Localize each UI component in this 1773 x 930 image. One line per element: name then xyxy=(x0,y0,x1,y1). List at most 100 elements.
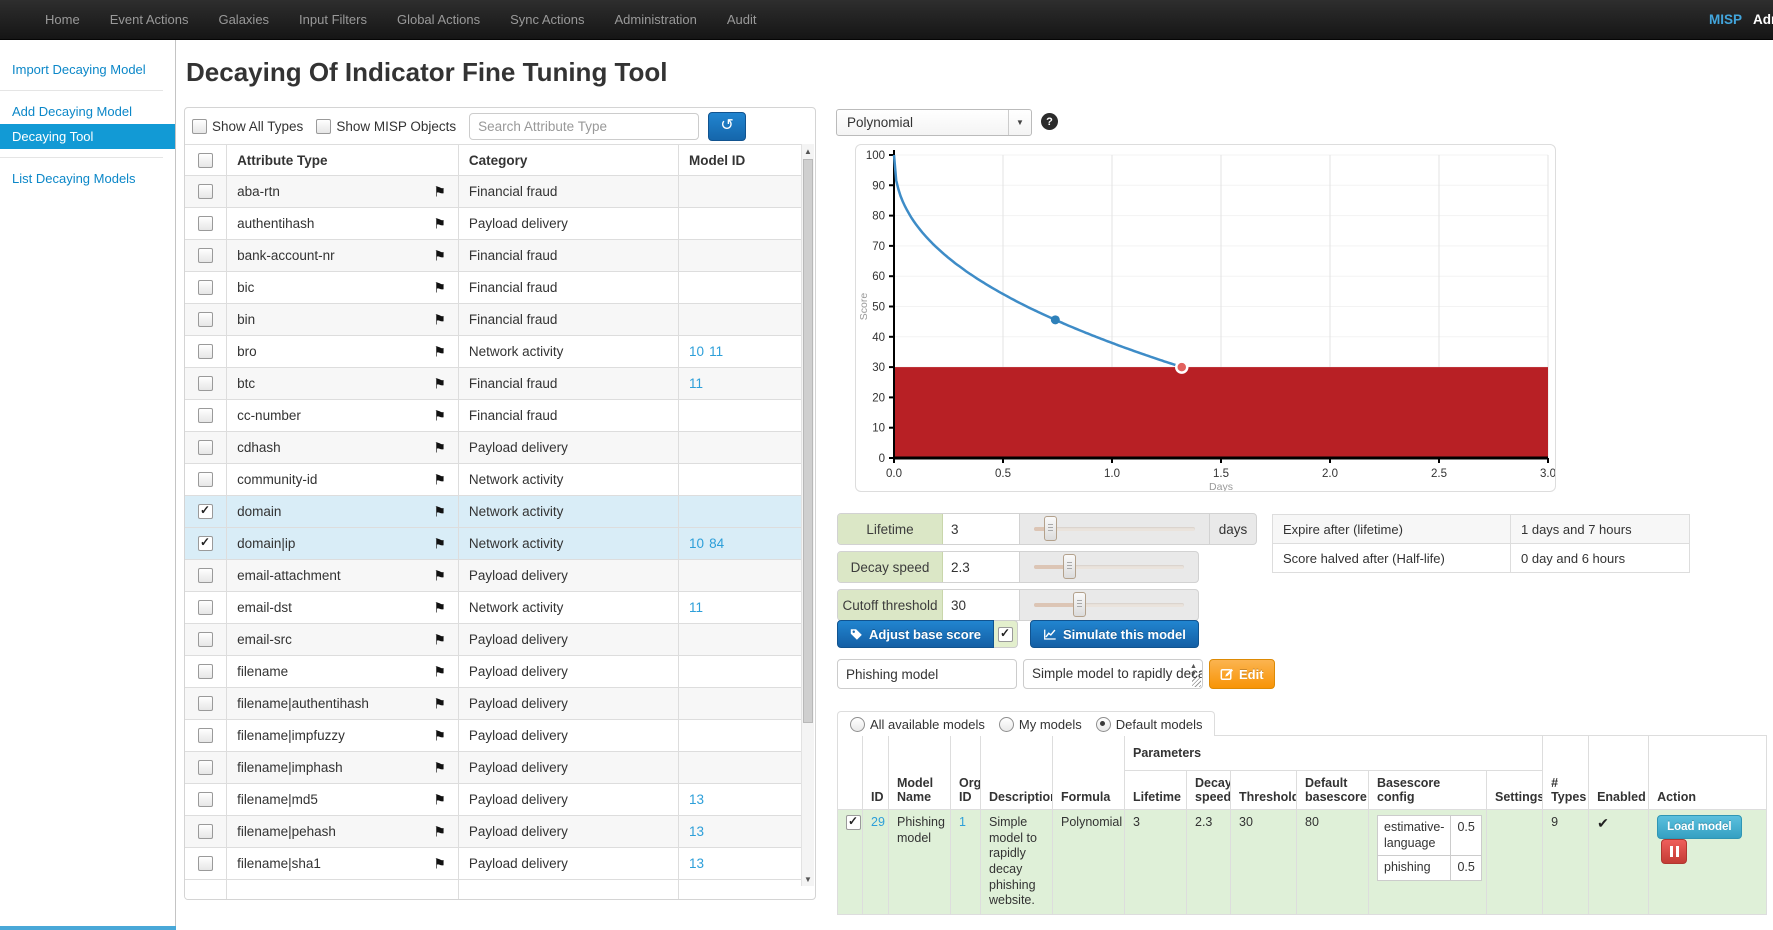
row-checkbox[interactable] xyxy=(198,504,213,519)
lifetime-input[interactable] xyxy=(943,514,1020,544)
nav-item-event-actions[interactable]: Event Actions xyxy=(95,0,204,40)
cutoff-threshold-slider-handle[interactable] xyxy=(1073,592,1086,617)
row-checkbox[interactable] xyxy=(198,824,213,839)
scrollbar-thumb[interactable] xyxy=(803,159,813,723)
row-checkbox[interactable] xyxy=(198,792,213,807)
navbar-user-link[interactable]: Admin xyxy=(1753,0,1773,40)
radio-option-my-models[interactable]: My models xyxy=(999,717,1082,732)
model-id-link[interactable]: 11 xyxy=(689,600,703,615)
model-id-link[interactable]: 84 xyxy=(709,536,724,551)
attribute-type-label: domain xyxy=(237,504,281,519)
attribute-type-label: cc-number xyxy=(237,408,301,423)
select-all-checkbox[interactable] xyxy=(198,153,213,168)
edit-model-button[interactable]: Edit xyxy=(1209,659,1275,689)
refresh-button[interactable]: ↺ xyxy=(708,112,746,141)
row-checkbox[interactable] xyxy=(198,216,213,231)
nav-item-administration[interactable]: Administration xyxy=(600,0,712,40)
model-id-link[interactable]: 10 xyxy=(689,536,704,551)
lifetime-slider-handle[interactable] xyxy=(1044,516,1057,541)
flag-icon: ⚑ xyxy=(433,439,446,456)
navbar-brand[interactable]: MISP xyxy=(1709,0,1742,40)
model-default-basescore-cell: 80 xyxy=(1297,810,1369,915)
lifetime-slider[interactable] xyxy=(1034,514,1195,544)
row-checkbox[interactable] xyxy=(198,536,213,551)
scroll-up-icon[interactable]: ▲ xyxy=(802,144,814,158)
pause-model-button[interactable] xyxy=(1661,839,1687,864)
row-checkbox[interactable] xyxy=(198,728,213,743)
radio-option-all-available-models[interactable]: All available models xyxy=(850,717,985,732)
row-checkbox[interactable] xyxy=(198,760,213,775)
attribute-row-filename: filename⚑Payload delivery xyxy=(185,656,802,688)
model-form-row: Simple model to rapidly decay ▲▼ Edit xyxy=(837,659,1275,689)
scroll-down-icon[interactable]: ▼ xyxy=(802,872,814,886)
attribute-type-label: bro xyxy=(237,344,257,359)
radio-icon[interactable] xyxy=(850,717,865,732)
simulate-model-button[interactable]: Simulate this model xyxy=(1030,620,1199,648)
nav-item-sync-actions[interactable]: Sync Actions xyxy=(495,0,599,40)
row-checkbox[interactable] xyxy=(198,280,213,295)
row-checkbox[interactable] xyxy=(198,344,213,359)
model-id-link[interactable]: 13 xyxy=(689,856,704,871)
nav-item-galaxies[interactable]: Galaxies xyxy=(203,0,284,40)
attribute-type-label: filename|pehash xyxy=(237,824,336,839)
adjust-base-score-checkbox[interactable] xyxy=(998,627,1013,642)
sidebar-item-add-decaying-model[interactable]: Add Decaying Model xyxy=(0,99,175,124)
row-checkbox[interactable] xyxy=(198,312,213,327)
model-id-link[interactable]: 11 xyxy=(709,344,723,359)
nav-item-audit[interactable]: Audit xyxy=(712,0,772,40)
row-checkbox[interactable] xyxy=(198,408,213,423)
radio-icon[interactable] xyxy=(999,717,1014,732)
row-checkbox[interactable] xyxy=(198,632,213,647)
row-checkbox[interactable] xyxy=(198,376,213,391)
model-description-textarea[interactable]: Simple model to rapidly decay ▲▼ xyxy=(1023,659,1203,689)
decay-speed-slider-handle[interactable] xyxy=(1063,554,1076,579)
attribute-type-label: aba-rtn xyxy=(237,184,280,199)
cutoff-threshold-slider[interactable] xyxy=(1034,590,1184,620)
row-checkbox[interactable] xyxy=(198,440,213,455)
model-id-link[interactable]: 13 xyxy=(689,824,704,839)
decay-speed-slider[interactable] xyxy=(1034,552,1184,582)
sidebar-item-decaying-tool[interactable]: Decaying Tool xyxy=(0,124,175,149)
attribute-type-label: email-dst xyxy=(237,600,292,615)
nav-item-global-actions[interactable]: Global Actions xyxy=(382,0,495,40)
row-checkbox[interactable] xyxy=(198,856,213,871)
textarea-scroll-icons[interactable]: ▲▼ xyxy=(1187,663,1200,679)
row-checkbox[interactable] xyxy=(198,664,213,679)
models-header-enabled: Enabled xyxy=(1589,736,1649,810)
model-name-input[interactable] xyxy=(837,659,1017,689)
svg-text:60: 60 xyxy=(872,271,885,283)
cutoff-threshold-input[interactable] xyxy=(943,590,1020,620)
nav-item-input-filters[interactable]: Input Filters xyxy=(284,0,382,40)
attribute-type-label: filename|authentihash xyxy=(237,696,369,711)
adjust-base-score-button[interactable]: Adjust base score xyxy=(837,620,994,648)
svg-text:0.0: 0.0 xyxy=(886,468,902,480)
nav-item-home[interactable]: Home xyxy=(30,0,95,40)
org-id-link[interactable]: 1 xyxy=(959,815,966,829)
sidebar-item-list-decaying-models[interactable]: List Decaying Models xyxy=(0,166,175,191)
search-attribute-input[interactable] xyxy=(469,113,699,140)
help-icon[interactable]: ? xyxy=(1041,113,1058,130)
row-checkbox[interactable] xyxy=(198,472,213,487)
model-id-link[interactable]: 10 xyxy=(689,344,704,359)
model-id-link[interactable]: 13 xyxy=(689,792,704,807)
attribute-table-scrollbar[interactable]: ▲ ▼ xyxy=(801,144,814,886)
row-checkbox[interactable] xyxy=(198,696,213,711)
row-checkbox[interactable] xyxy=(198,184,213,199)
resize-grip-icon[interactable] xyxy=(1192,678,1201,687)
decay-speed-input[interactable] xyxy=(943,552,1020,582)
category-label: Financial fraud xyxy=(458,240,678,272)
show-all-types-checkbox[interactable] xyxy=(192,119,207,134)
radio-icon[interactable] xyxy=(1096,717,1111,732)
model-row-checkbox[interactable] xyxy=(846,815,861,830)
radio-option-default-models[interactable]: Default models xyxy=(1096,717,1203,732)
row-checkbox[interactable] xyxy=(198,568,213,583)
model-id-link[interactable]: 29 xyxy=(871,815,885,829)
sidebar-item-import-decaying-model[interactable]: Import Decaying Model xyxy=(0,57,175,82)
formula-select[interactable]: Polynomial ▼ xyxy=(836,109,1032,136)
show-misp-objects-checkbox[interactable] xyxy=(316,119,331,134)
row-checkbox[interactable] xyxy=(198,248,213,263)
model-id-link[interactable]: 11 xyxy=(689,376,703,391)
row-checkbox[interactable] xyxy=(198,600,213,615)
models-table: IDModel NameOrg IDDescriptionFormulaPara… xyxy=(837,735,1767,915)
load-model-button[interactable]: Load model xyxy=(1657,815,1742,839)
